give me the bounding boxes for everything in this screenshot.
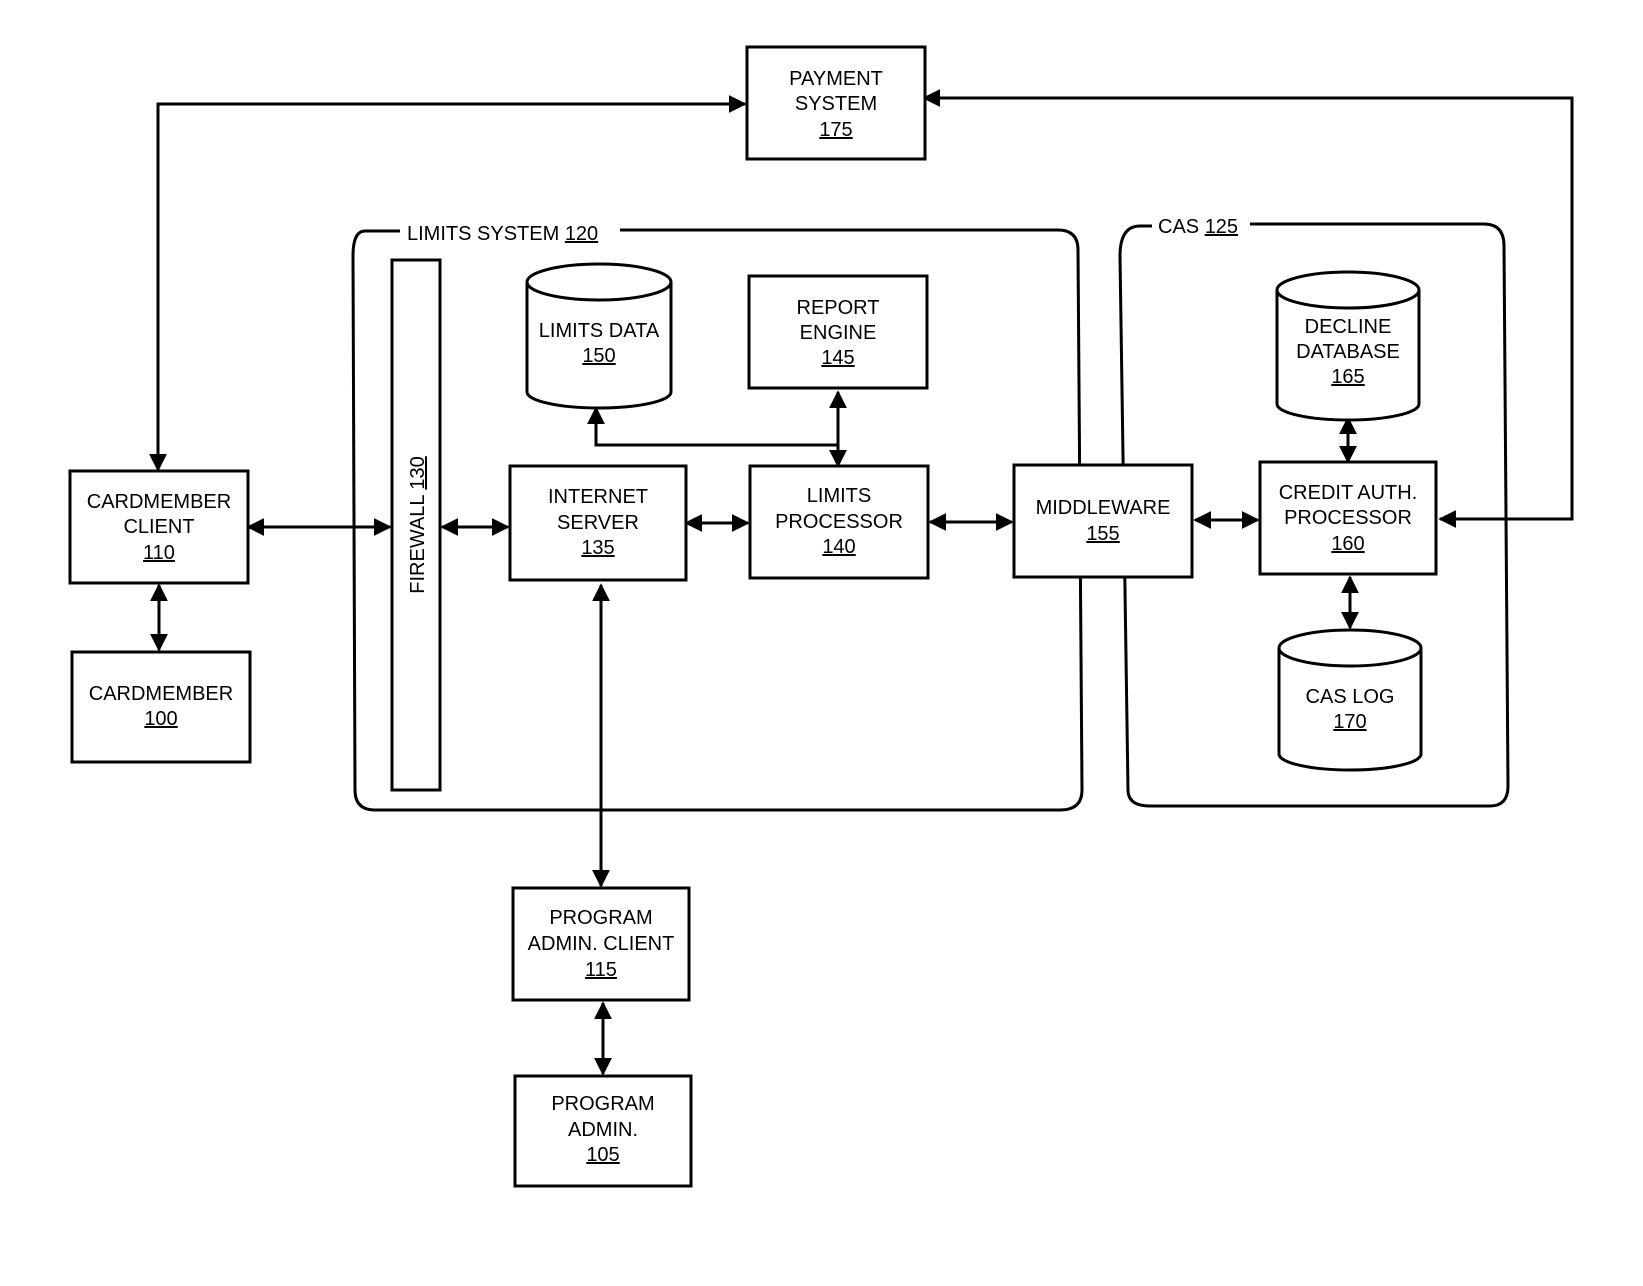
payment-system-line1: PAYMENT (789, 68, 883, 90)
node-payment-system: PAYMENT SYSTEM 175 (745, 45, 927, 161)
node-cardmember: CARDMEMBER 100 (70, 650, 252, 764)
program-admin-client-ref: 115 (585, 959, 617, 981)
payment-system-ref: 175 (819, 119, 852, 141)
middleware-ref: 155 (1086, 523, 1119, 545)
cardmember-line1: CARDMEMBER (89, 683, 233, 705)
limits-data-line1: LIMITS DATA (539, 320, 660, 342)
node-report-engine: REPORT ENGINE 145 (747, 274, 929, 390)
edge-limits-processor-limits-data (587, 406, 838, 447)
report-engine-line1: REPORT (797, 297, 880, 319)
program-admin-line1: PROGRAM (551, 1093, 654, 1115)
node-program-admin-client: PROGRAM ADMIN. CLIENT 115 (511, 886, 691, 1002)
report-engine-ref: 145 (821, 347, 854, 369)
limits-system-outline (351, 228, 1084, 812)
cardmember-client-ref: 110 (143, 542, 175, 564)
node-decline-database: DECLINE DATABASE 165 (1275, 270, 1421, 422)
credit-auth-line2: PROCESSOR (1284, 507, 1412, 529)
cardmember-client-line1: CARDMEMBER (87, 491, 231, 513)
firewall-label: FIREWALL 130 (407, 456, 429, 593)
edge-credit-auth-payment (922, 89, 1574, 528)
payment-system-line2: SYSTEM (795, 93, 877, 115)
cardmember-ref: 100 (144, 708, 177, 730)
edges (149, 89, 1574, 1076)
internet-server-line1: INTERNET (548, 486, 648, 508)
node-limits-data: LIMITS DATA 150 (525, 262, 673, 410)
group-limits-system: LIMITS SYSTEM 120 (351, 223, 1084, 812)
node-internet-server: INTERNET SERVER 135 (508, 464, 688, 582)
node-firewall: FIREWALL 130 (390, 258, 442, 792)
program-admin-client-line2: ADMIN. CLIENT (528, 933, 675, 955)
middleware-line1: MIDDLEWARE (1036, 497, 1171, 519)
internet-server-line2: SERVER (557, 512, 639, 534)
decline-database-ref: 165 (1331, 366, 1364, 388)
limits-processor-line1: LIMITS (807, 485, 871, 507)
decline-database-line2: DATABASE (1296, 341, 1400, 363)
cardmember-client-line2: CLIENT (123, 516, 194, 538)
cas-log-ref: 170 (1333, 711, 1366, 733)
node-program-admin: PROGRAM ADMIN. 105 (513, 1074, 693, 1188)
cas-label: CAS 125 (1158, 216, 1238, 238)
program-admin-ref: 105 (586, 1144, 619, 1166)
report-engine-line2: ENGINE (800, 322, 877, 344)
node-cardmember-client: CARDMEMBER CLIENT 110 (68, 469, 250, 585)
node-credit-auth-processor: CREDIT AUTH. PROCESSOR 160 (1258, 460, 1438, 576)
node-middleware: MIDDLEWARE 155 (1012, 463, 1194, 579)
credit-auth-line1: CREDIT AUTH. (1279, 482, 1418, 504)
limits-system-label: LIMITS SYSTEM 120 (407, 223, 598, 245)
credit-auth-ref: 160 (1331, 533, 1364, 555)
block-diagram: LIMITS SYSTEM 120 CAS 125 PAYMENT SYSTEM… (68, 45, 1574, 1188)
cas-log-line1: CAS LOG (1306, 686, 1395, 708)
program-admin-client-line1: PROGRAM (549, 907, 652, 929)
node-limits-processor: LIMITS PROCESSOR 140 (748, 464, 930, 580)
node-cas-log: CAS LOG 170 (1277, 628, 1423, 772)
limits-data-ref: 150 (582, 345, 615, 367)
internet-server-ref: 135 (581, 537, 614, 559)
program-admin-line2: ADMIN. (568, 1119, 638, 1141)
decline-database-line1: DECLINE (1305, 316, 1392, 338)
limits-processor-line2: PROCESSOR (775, 511, 903, 533)
limits-processor-ref: 140 (822, 536, 855, 558)
